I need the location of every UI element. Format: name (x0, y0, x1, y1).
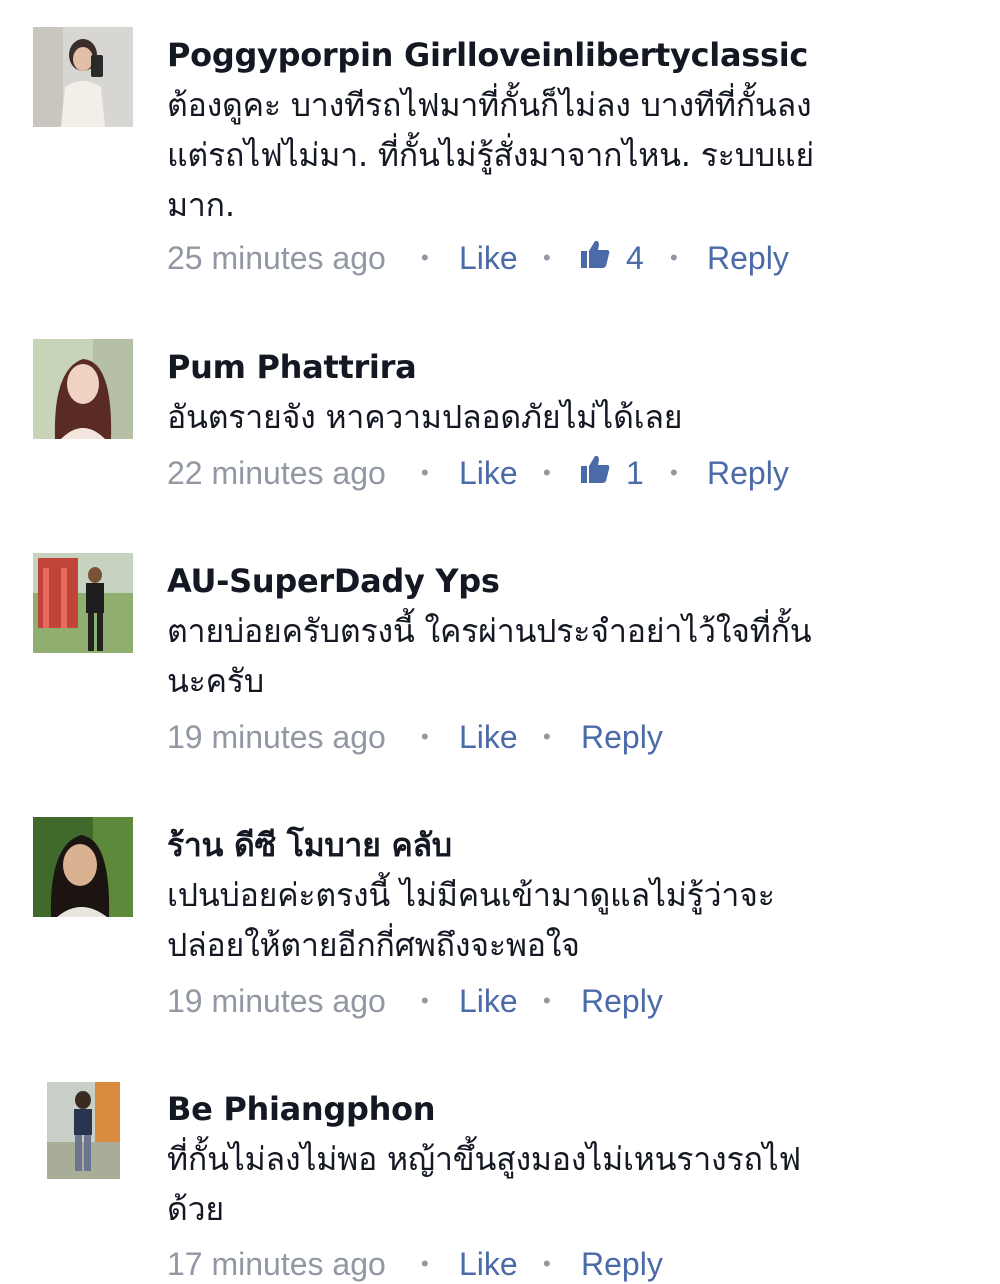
user-photo-icon (33, 27, 133, 127)
separator-dot: • (421, 724, 429, 749)
reply-button[interactable]: Reply (581, 1244, 663, 1284)
comment-timestamp: 17 minutes ago (167, 1246, 386, 1282)
thumbs-up-icon[interactable] (579, 238, 611, 278)
avatar[interactable] (33, 817, 133, 917)
reaction-count[interactable]: 4 (626, 238, 644, 278)
comment-text-line: อันตรายจัง หาความปลอดภัยไม่ได้เลย (167, 398, 683, 436)
comment-text-line: นะครับ (167, 662, 264, 700)
user-photo-icon (33, 553, 133, 653)
separator-dot: • (421, 460, 429, 485)
like-button[interactable]: Like (459, 1244, 518, 1284)
avatar[interactable] (47, 1082, 120, 1179)
comment-text-line: เปนบ่อยค่ะตรงนี้ ไม่มีคนเข้ามาดูแลไม่รู้… (167, 876, 775, 914)
comment-author-name[interactable]: Poggyporpin Girlloveinlibertyclassic (167, 36, 967, 74)
comment-text-line: ที่กั้นไม่ลงไม่พอ หญ้าขึ้นสูงมองไม่เหนรา… (167, 1140, 801, 1178)
avatar[interactable] (33, 339, 133, 439)
reply-button[interactable]: Reply (707, 238, 789, 278)
avatar[interactable] (33, 553, 133, 653)
like-button[interactable]: Like (459, 981, 518, 1021)
comment-text: อันตรายจัง หาความปลอดภัยไม่ได้เลย (167, 392, 967, 442)
like-button[interactable]: Like (459, 238, 518, 278)
comment-text-line: มาก. (167, 186, 235, 224)
reply-button[interactable]: Reply (707, 453, 789, 493)
reply-button[interactable]: Reply (581, 981, 663, 1021)
comment-timestamp: 19 minutes ago (167, 719, 386, 755)
like-button[interactable]: Like (459, 453, 518, 493)
reaction-count[interactable]: 1 (626, 453, 644, 493)
comment-text: ตายบ่อยครับตรงนี้ ใครผ่านประจำอย่าไว้ใจท… (167, 606, 967, 706)
comment-timestamp: 25 minutes ago (167, 240, 386, 276)
user-photo-icon (33, 339, 133, 439)
comment-timestamp: 22 minutes ago (167, 455, 386, 491)
comment-author-name[interactable]: Be Phiangphon (167, 1090, 967, 1128)
separator-dot: • (543, 988, 551, 1013)
like-button[interactable]: Like (459, 717, 518, 757)
comment-author-name[interactable]: ร้าน ดีซี โมบาย คลับ (167, 826, 967, 864)
user-photo-icon (47, 1082, 120, 1179)
comment-text: เปนบ่อยค่ะตรงนี้ ไม่มีคนเข้ามาดูแลไม่รู้… (167, 870, 967, 970)
separator-dot: • (543, 1251, 551, 1276)
comment-text-line: ต้องดูคะ บางทีรถไฟมาที่กั้นก็ไม่ลง บางที… (167, 86, 812, 124)
comment-text-line: แต่รถไฟไม่มา. ที่กั้นไม่รู้สั่งมาจากไหน.… (167, 136, 814, 174)
separator-dot: • (543, 245, 551, 270)
comment-text-line: ด้วย (167, 1190, 224, 1228)
comment-author-name[interactable]: AU-SuperDady Yps (167, 562, 967, 600)
comment-text: ต้องดูคะ บางทีรถไฟมาที่กั้นก็ไม่ลง บางที… (167, 80, 967, 230)
separator-dot: • (421, 988, 429, 1013)
separator-dot: • (543, 724, 551, 749)
comment-text: ที่กั้นไม่ลงไม่พอ หญ้าขึ้นสูงมองไม่เหนรา… (167, 1134, 967, 1234)
comment-text-line: ปล่อยให้ตายอีกกี่ศพถึงจะพอใจ (167, 926, 580, 964)
separator-dot: • (670, 245, 678, 270)
separator-dot: • (421, 245, 429, 270)
separator-dot: • (421, 1251, 429, 1276)
avatar[interactable] (33, 27, 133, 127)
reply-button[interactable]: Reply (581, 717, 663, 757)
comment-author-name[interactable]: Pum Phattrira (167, 348, 967, 386)
user-photo-icon (33, 817, 133, 917)
separator-dot: • (543, 460, 551, 485)
separator-dot: • (670, 460, 678, 485)
comment-timestamp: 19 minutes ago (167, 983, 386, 1019)
thumbs-up-icon[interactable] (579, 453, 611, 493)
comment-text-line: ตายบ่อยครับตรงนี้ ใครผ่านประจำอย่าไว้ใจท… (167, 612, 812, 650)
